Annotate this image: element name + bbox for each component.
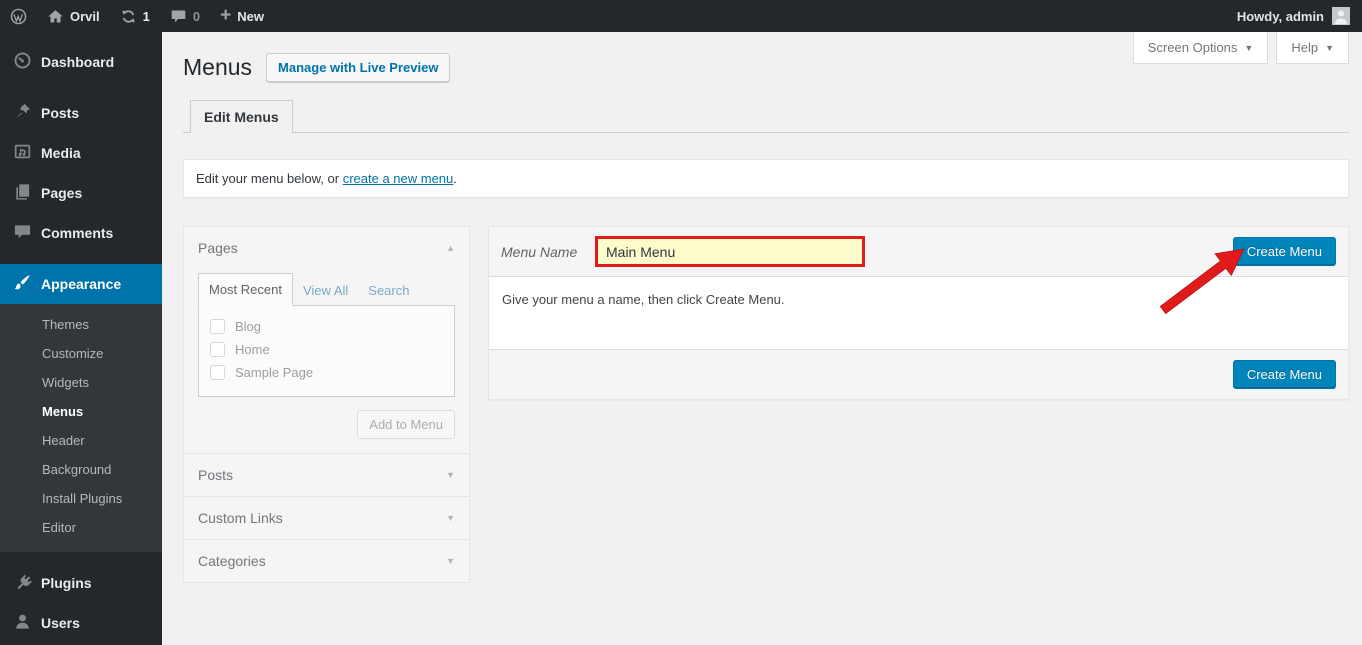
checkbox-blog[interactable] [210,319,225,334]
sidebar-item-pages[interactable]: Pages [0,173,162,213]
screen-meta-links: Screen Options ▼ Help ▼ [1133,32,1349,64]
annotation-highlight-box [595,236,865,267]
updates-menu[interactable]: 1 [110,0,160,32]
site-name-menu[interactable]: Orvil [37,0,110,32]
menu-editor-column: Menu Name Create Menu Give your menu a n… [488,226,1349,400]
plugins-icon [13,572,32,594]
home-icon [47,8,64,25]
submenu-item-themes[interactable]: Themes [0,310,162,339]
checkbox-home[interactable] [210,342,225,357]
tab-search[interactable]: Search [358,275,419,306]
create-new-menu-link[interactable]: create a new menu [343,171,454,186]
pages-panel-title: Pages [198,240,238,256]
appearance-submenu: Themes Customize Widgets Menus Header Ba… [0,304,162,552]
main-content: Screen Options ▼ Help ▼ Menus Manage wit… [162,32,1362,645]
custom-links-panel-header[interactable]: Custom Links ▼ [184,497,469,539]
nav-tabs: Edit Menus [183,99,1349,133]
admin-sidebar: Dashboard Posts Media Pages Comments [0,32,162,645]
menu-name-input[interactable] [598,239,862,264]
page-title: Menus [183,54,252,81]
manage-live-preview-button[interactable]: Manage with Live Preview [266,53,450,82]
posts-panel: Posts ▼ [183,453,470,497]
menu-items-column: Pages ▲ Most Recent View All Search B [183,226,470,583]
list-item: Blog [210,319,443,334]
create-menu-button-top[interactable]: Create Menu [1233,237,1336,266]
submenu-item-background[interactable]: Background [0,455,162,484]
list-item: Home [210,342,443,357]
wordpress-logo-menu[interactable] [0,0,37,32]
add-to-menu-button[interactable]: Add to Menu [357,410,455,439]
comments-menu[interactable]: 0 [160,0,210,32]
submenu-item-customize[interactable]: Customize [0,339,162,368]
tab-most-recent[interactable]: Most Recent [198,273,293,306]
avatar [1332,7,1350,25]
chevron-down-icon: ▼ [446,513,455,523]
checkbox-sample-page[interactable] [210,365,225,380]
howdy-text: Howdy, admin [1237,9,1324,24]
wordpress-logo-icon [10,8,27,25]
tab-view-all[interactable]: View All [293,275,358,306]
site-name: Orvil [70,9,100,24]
list-item: Sample Page [210,365,443,380]
submenu-item-menus[interactable]: Menus [0,397,162,426]
help-button[interactable]: Help ▼ [1276,32,1349,64]
edit-menu-notice: Edit your menu below, or create a new me… [183,159,1349,198]
chevron-down-icon: ▼ [1325,43,1334,53]
sidebar-item-dashboard[interactable]: Dashboard [0,42,162,82]
pages-checklist: Blog Home Sample Page [198,305,455,397]
sidebar-separator [0,82,162,93]
menu-editor-box: Menu Name Create Menu Give your menu a n… [488,226,1349,400]
pages-panel: Pages ▲ Most Recent View All Search B [183,226,470,454]
posts-panel-header[interactable]: Posts ▼ [184,454,469,496]
sidebar-item-media[interactable]: Media [0,133,162,173]
chevron-down-icon: ▼ [1244,43,1253,53]
pages-icon [13,182,32,204]
menu-name-label: Menu Name [501,244,585,260]
pages-panel-body: Most Recent View All Search Blog Ho [184,269,469,453]
menu-name-row: Menu Name Create Menu [489,227,1348,277]
users-icon [13,612,32,634]
pages-panel-tabs: Most Recent View All Search [198,273,455,306]
submenu-item-install-plugins[interactable]: Install Plugins [0,484,162,513]
categories-panel-header[interactable]: Categories ▼ [184,540,469,582]
updates-count: 1 [143,9,150,24]
menu-editor-footer: Create Menu [489,349,1348,399]
sidebar-item-plugins[interactable]: Plugins [0,563,162,603]
screen-options-button[interactable]: Screen Options ▼ [1133,32,1269,64]
menu-editor-help: Give your menu a name, then click Create… [489,277,1348,349]
pages-panel-header[interactable]: Pages ▲ [184,227,469,269]
wordpress-admin-page: Orvil 1 0 + New Howdy, admin [0,0,1362,645]
sidebar-item-appearance[interactable]: Appearance [0,264,162,304]
sidebar-separator [0,253,162,264]
my-account-menu[interactable]: Howdy, admin [1225,0,1362,32]
chevron-down-icon: ▼ [446,556,455,566]
categories-panel: Categories ▼ [183,539,470,583]
comments-bubble-icon [170,8,187,25]
sidebar-item-users[interactable]: Users [0,603,162,643]
tab-edit-menus[interactable]: Edit Menus [190,100,293,133]
dashboard-icon [13,51,32,73]
comments-icon [13,222,32,244]
update-icon [120,8,137,25]
create-menu-button-bottom[interactable]: Create Menu [1233,360,1336,389]
new-label: New [237,9,264,24]
plus-icon: + [220,6,231,25]
new-content-menu[interactable]: + New [210,0,274,32]
chevron-down-icon: ▼ [446,470,455,480]
sidebar-item-posts[interactable]: Posts [0,93,162,133]
posts-icon [13,102,32,124]
submenu-item-editor[interactable]: Editor [0,513,162,542]
appearance-icon [13,273,32,295]
sidebar-separator [0,552,162,563]
submenu-item-widgets[interactable]: Widgets [0,368,162,397]
media-icon [13,142,32,164]
custom-links-panel: Custom Links ▼ [183,496,470,540]
admin-bar: Orvil 1 0 + New Howdy, admin [0,0,1362,32]
submenu-item-header[interactable]: Header [0,426,162,455]
comments-count: 0 [193,9,200,24]
sidebar-item-comments[interactable]: Comments [0,213,162,253]
chevron-up-icon: ▲ [446,243,455,253]
